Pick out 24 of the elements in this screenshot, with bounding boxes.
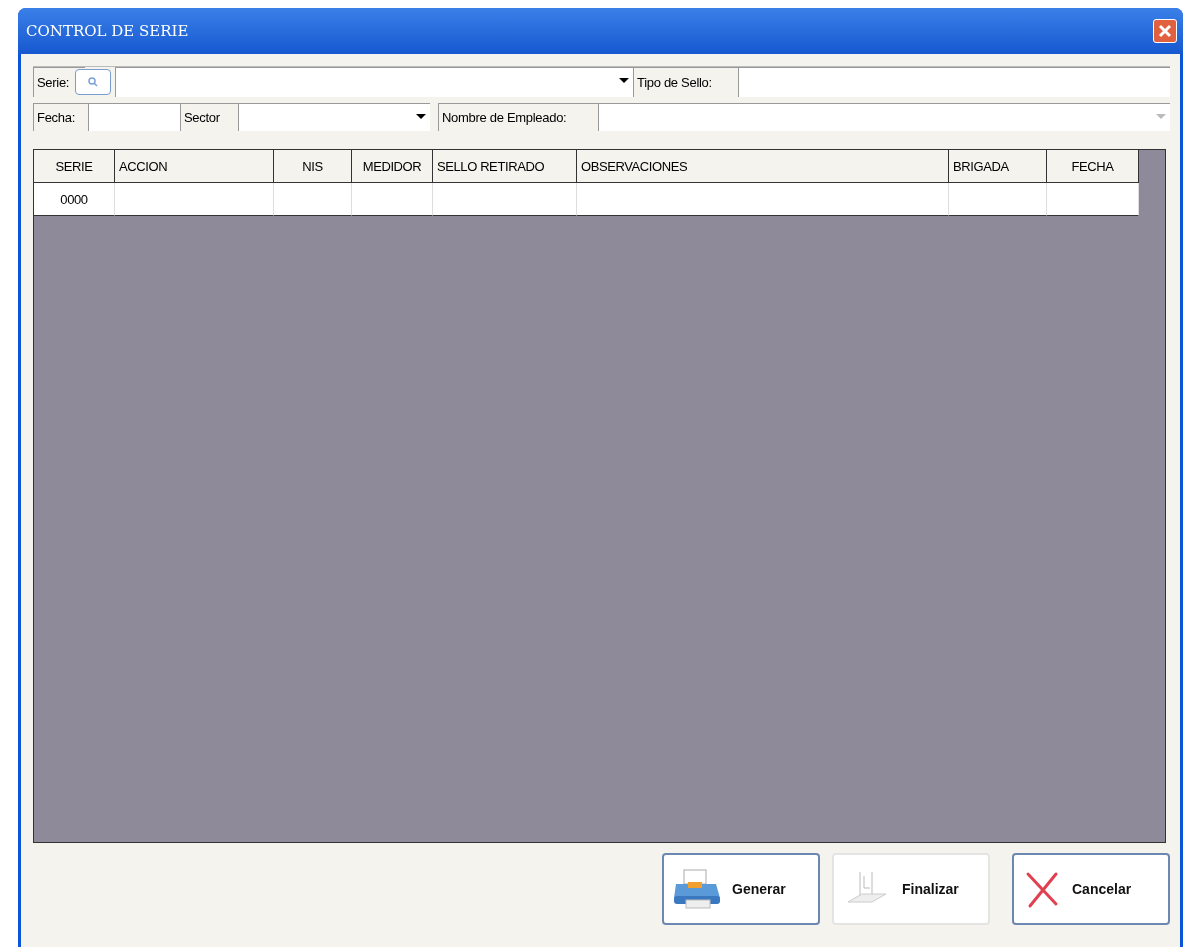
column-header[interactable]: SELLO RETIRADO — [433, 150, 577, 183]
dropdown-arrow-icon — [1156, 114, 1166, 119]
column-header[interactable]: FECHA — [1047, 150, 1139, 183]
close-icon — [1156, 22, 1174, 40]
window-title: CONTROL DE SERIE — [26, 22, 189, 40]
serie-combo[interactable] — [115, 67, 633, 97]
sector-combo[interactable] — [238, 103, 430, 131]
column-header[interactable]: BRIGADA — [949, 150, 1047, 183]
printer-icon — [672, 868, 722, 910]
column-header[interactable]: OBSERVACIONES — [577, 150, 949, 183]
fecha-field[interactable] — [88, 103, 180, 131]
table-cell: 0000 — [34, 183, 115, 216]
tipo-sello-field[interactable] — [738, 67, 1170, 97]
dropdown-arrow-icon — [619, 78, 629, 83]
search-button[interactable] — [75, 69, 111, 95]
dropdown-arrow-icon — [416, 114, 426, 119]
search-icon — [87, 76, 99, 88]
close-button[interactable] — [1153, 19, 1177, 43]
column-header[interactable]: ACCION — [115, 150, 274, 183]
column-header[interactable]: SERIE — [34, 150, 115, 183]
column-header[interactable]: MEDIDOR — [352, 150, 433, 183]
column-header[interactable]: NIS — [274, 150, 352, 183]
generate-button[interactable]: Generar — [662, 853, 820, 925]
cancel-button[interactable]: Cancelar — [1012, 853, 1170, 925]
